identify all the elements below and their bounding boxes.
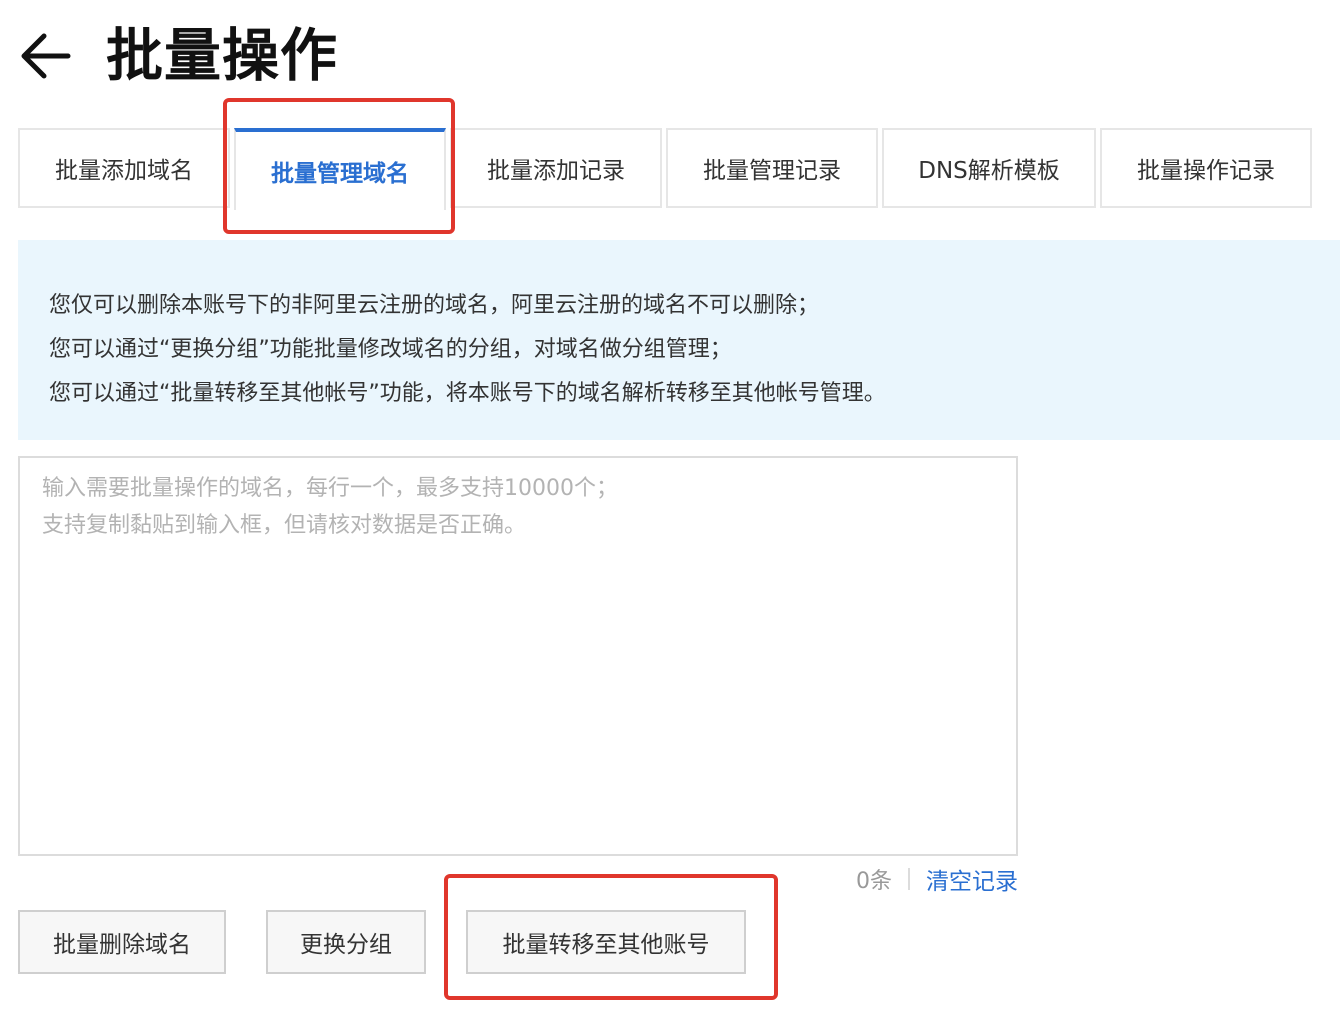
arrow-left-icon[interactable] — [18, 30, 74, 82]
batch-operation-page: 批量操作 批量添加域名 批量管理域名 批量添加记录 批量管理记录 DNS解析模板… — [0, 0, 1340, 1018]
record-count: 0条 — [856, 869, 892, 894]
notice-box: 您仅可以删除本账号下的非阿里云注册的域名，阿里云注册的域名不可以删除； 您可以通… — [18, 240, 1340, 440]
notice-line: 您仅可以删除本账号下的非阿里云注册的域名，阿里云注册的域名不可以删除； — [49, 293, 820, 318]
divider — [908, 868, 910, 890]
page-title: 批量操作 — [106, 23, 338, 89]
domain-input[interactable] — [18, 456, 1018, 856]
tab-batch-operation-log[interactable]: 批量操作记录 — [1100, 128, 1312, 208]
tab-batch-add-record[interactable]: 批量添加记录 — [450, 128, 662, 208]
tab-batch-add-domain[interactable]: 批量添加域名 — [18, 128, 230, 208]
transfer-to-other-account-button[interactable]: 批量转移至其他账号 — [466, 910, 746, 974]
tab-batch-manage-domain[interactable]: 批量管理域名 — [234, 128, 446, 210]
notice-line: 您可以通过“批量转移至其他帐号”功能，将本账号下的域名解析转移至其他帐号管理。 — [49, 381, 886, 406]
clear-records-link[interactable]: 清空记录 — [926, 862, 1018, 896]
tab-batch-manage-record[interactable]: 批量管理记录 — [666, 128, 878, 208]
tab-dns-template[interactable]: DNS解析模板 — [882, 128, 1096, 208]
tab-bar: 批量添加域名 批量管理域名 批量添加记录 批量管理记录 DNS解析模板 批量操作… — [18, 128, 1340, 210]
change-group-button[interactable]: 更换分组 — [266, 910, 426, 974]
batch-delete-domain-button[interactable]: 批量删除域名 — [18, 910, 226, 974]
counter-row: 0条 清空记录 — [856, 862, 1018, 896]
notice-line: 您可以通过“更换分组”功能批量修改域名的分组，对域名做分组管理； — [49, 337, 732, 362]
